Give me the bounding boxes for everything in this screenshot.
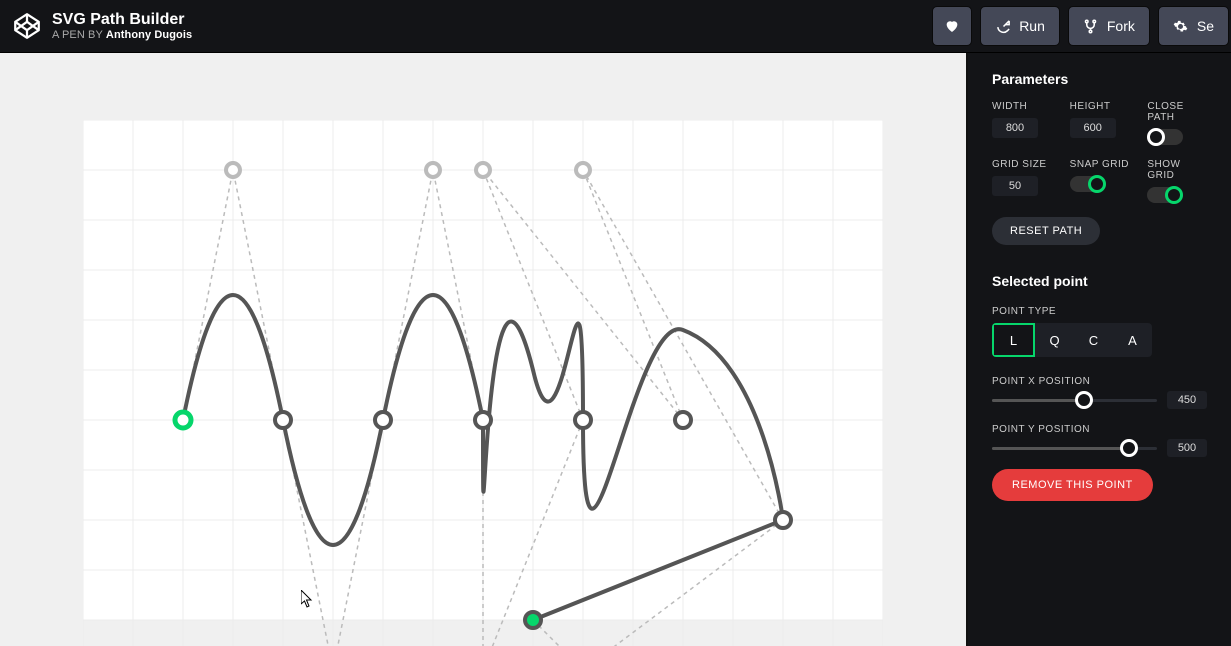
gear-icon	[1173, 18, 1189, 34]
anchor-point[interactable]	[575, 412, 591, 428]
reset-path-button[interactable]: RESET PATH	[992, 217, 1100, 245]
run-icon	[995, 18, 1011, 34]
heart-icon	[944, 18, 960, 34]
sidebar: Parameters WIDTH HEIGHT CLOSE PATH GRID …	[968, 53, 1231, 646]
point-type-label: POINT TYPE	[992, 306, 1056, 317]
heart-button[interactable]	[932, 6, 972, 46]
codepen-logo-icon[interactable]	[12, 11, 42, 41]
run-button[interactable]: Run	[980, 6, 1060, 46]
control-handle[interactable]	[476, 163, 490, 177]
canvas-area[interactable]	[0, 53, 968, 646]
snap-grid-label: SNAP GRID	[1070, 159, 1130, 170]
type-l-button[interactable]: L	[992, 323, 1035, 357]
type-c-button[interactable]: C	[1074, 323, 1113, 357]
remove-point-button[interactable]: REMOVE THIS POINT	[992, 469, 1153, 501]
control-handle[interactable]	[226, 163, 240, 177]
height-input[interactable]	[1070, 118, 1116, 138]
point-y-label: POINT Y POSITION	[992, 424, 1090, 435]
main-split: Parameters WIDTH HEIGHT CLOSE PATH GRID …	[0, 53, 1231, 646]
anchor-point[interactable]	[525, 612, 541, 628]
snap-grid-toggle[interactable]	[1070, 176, 1106, 192]
fork-icon	[1083, 18, 1099, 34]
width-label: WIDTH	[992, 101, 1052, 112]
point-x-value[interactable]	[1167, 391, 1207, 409]
svg-canvas[interactable]	[83, 120, 883, 620]
author-link[interactable]: Anthony Dugois	[106, 29, 192, 41]
show-grid-label: SHOW GRID	[1147, 159, 1207, 181]
point-y-slider[interactable]	[992, 447, 1157, 450]
settings-button[interactable]: Se	[1158, 6, 1229, 46]
grid-size-input[interactable]	[992, 176, 1038, 196]
width-input[interactable]	[992, 118, 1038, 138]
control-handle[interactable]	[576, 163, 590, 177]
subtitle: A PEN BY Anthony Dugois	[52, 29, 192, 41]
point-type-segment: L Q C A	[992, 323, 1152, 357]
point-x-label: POINT X POSITION	[992, 376, 1090, 387]
title-block: SVG Path Builder A PEN BY Anthony Dugois	[52, 11, 192, 41]
close-path-toggle[interactable]	[1147, 129, 1183, 145]
height-label: HEIGHT	[1070, 101, 1130, 112]
point-y-value[interactable]	[1167, 439, 1207, 457]
grid-size-label: GRID SIZE	[992, 159, 1052, 170]
anchor-point[interactable]	[275, 412, 291, 428]
anchor-point[interactable]	[675, 412, 691, 428]
topbar: SVG Path Builder A PEN BY Anthony Dugois…	[0, 0, 1231, 53]
fork-button[interactable]: Fork	[1068, 6, 1150, 46]
type-a-button[interactable]: A	[1113, 323, 1152, 357]
close-path-label: CLOSE PATH	[1147, 101, 1207, 123]
parameters-heading: Parameters	[992, 71, 1207, 87]
type-q-button[interactable]: Q	[1035, 323, 1074, 357]
anchor-point[interactable]	[775, 512, 791, 528]
point-x-slider[interactable]	[992, 399, 1157, 402]
anchor-point[interactable]	[175, 412, 191, 428]
show-grid-toggle[interactable]	[1147, 187, 1183, 203]
anchor-point[interactable]	[475, 412, 491, 428]
anchor-point[interactable]	[375, 412, 391, 428]
control-handle[interactable]	[426, 163, 440, 177]
selected-point-heading: Selected point	[992, 273, 1207, 289]
page-title: SVG Path Builder	[52, 11, 192, 29]
